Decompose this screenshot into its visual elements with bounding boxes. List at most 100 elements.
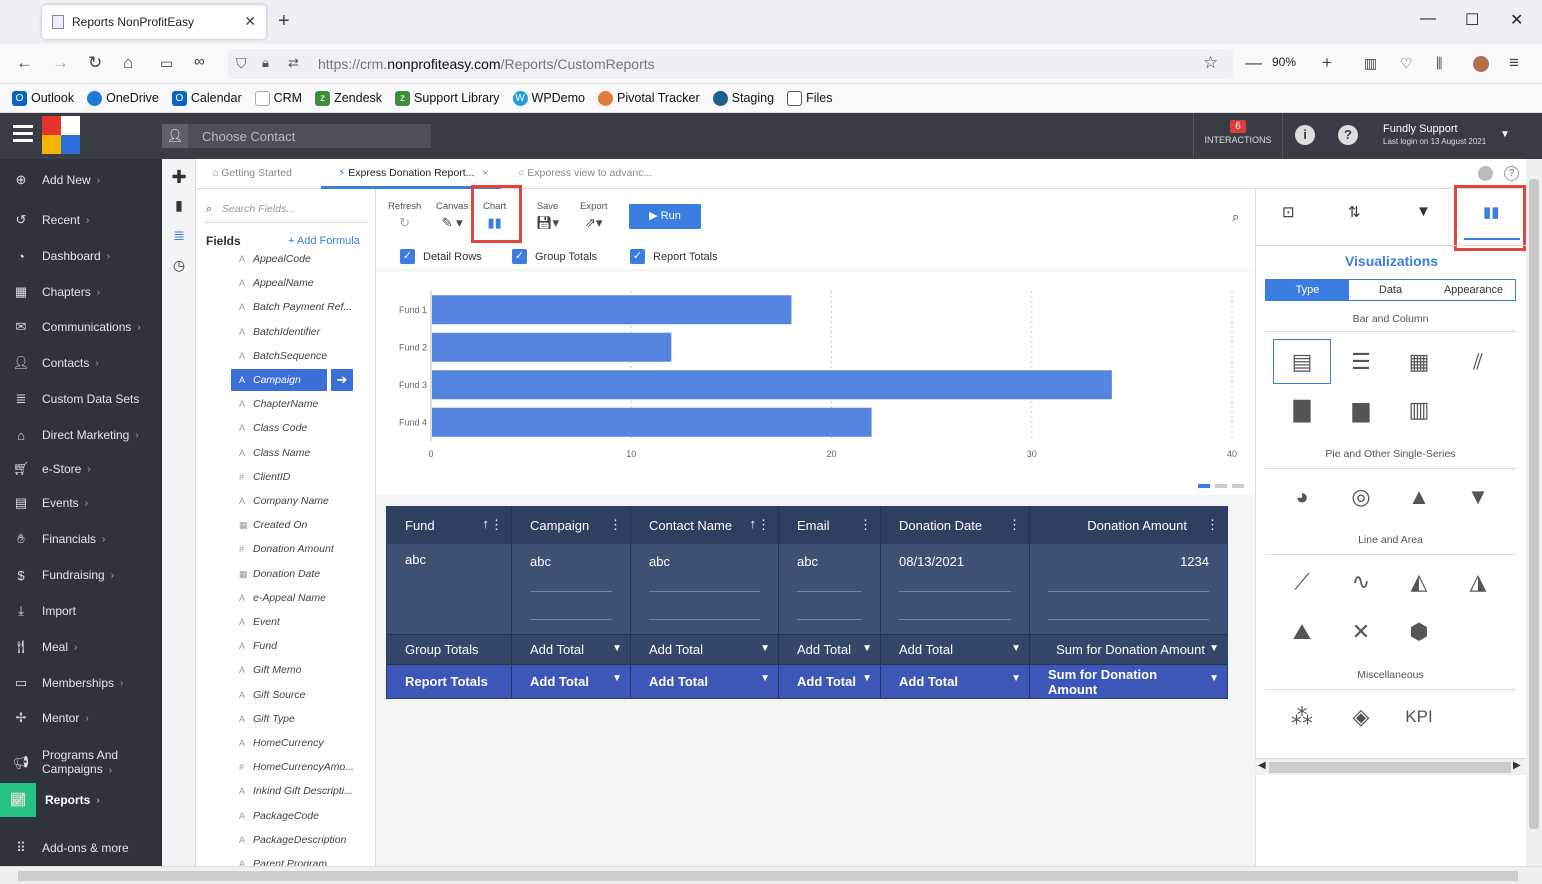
help-icon[interactable]: ? [1338, 125, 1358, 145]
column-header-email[interactable]: Email ⋮ [779, 507, 881, 544]
spline-area-icon[interactable]: ◮ [1449, 559, 1507, 604]
radar-icon[interactable]: ⬢ [1390, 609, 1448, 654]
field-item[interactable]: A Fund [231, 635, 356, 657]
column-menu-icon[interactable]: ⋮ [859, 517, 872, 533]
save-button[interactable]: Save 💾︎▾ [536, 201, 559, 231]
grid-cell[interactable]: abc [512, 544, 631, 578]
table-row[interactable]: abc abc abc 08/13/2021 1234 [512, 544, 1227, 578]
report-totals-checkbox[interactable]: ✓ Report Totals [630, 249, 718, 264]
field-item[interactable]: # Donation Amount [231, 538, 356, 560]
scroll-right-icon[interactable]: ▶ [1513, 760, 1521, 771]
column-menu-icon[interactable]: ⋮ [757, 517, 770, 533]
reader-icon[interactable]: ▭ [160, 55, 173, 72]
select-icon[interactable]: ⊡ [1282, 203, 1295, 221]
bookmark-crm[interactable]: CRM [254, 90, 302, 106]
stacked-area-icon[interactable]: ⛰ [1273, 609, 1331, 654]
field-item[interactable]: A Campaign [231, 369, 327, 391]
add-formula-link[interactable]: + Add Formula [288, 235, 360, 247]
choose-contact-input[interactable]: 👤︎ Choose Contact [162, 124, 431, 148]
add-total-dropdown[interactable]: Add Total ▼ [779, 635, 881, 664]
field-item[interactable]: # HomeCurrencyAmo... [231, 756, 356, 778]
stacked-bar-icon[interactable]: ☰ [1332, 339, 1390, 384]
pager-dot[interactable] [1232, 484, 1244, 488]
sidebar-item-meal[interactable]: 🍴︎ Meal › [0, 630, 162, 664]
column-menu-icon[interactable]: ⋮ [490, 517, 503, 533]
chart-pager[interactable] [1198, 477, 1249, 491]
tab-getting-started[interactable]: ⌂ Getting Started [212, 167, 292, 179]
add-total-dropdown[interactable]: Add Total ▼ [631, 635, 779, 664]
tab-data[interactable]: Data [1349, 280, 1432, 300]
run-button[interactable]: ▶ Run [629, 204, 701, 229]
field-item[interactable]: A PackageDescription [231, 829, 356, 851]
page-vertical-scrollbar[interactable] [1526, 159, 1542, 866]
sidebar-item-fundraising[interactable]: $ Fundraising › [0, 558, 162, 592]
field-item[interactable]: A Company Name [231, 490, 356, 512]
sum-dropdown[interactable]: Sum for Donation Amount ▼ [1030, 635, 1227, 664]
scatter-icon[interactable]: ⁂ [1273, 694, 1331, 739]
bar[interactable] [432, 295, 792, 325]
field-item[interactable]: A HomeCurrency [231, 732, 356, 754]
bar[interactable] [432, 407, 872, 437]
close-icon[interactable]: ✕ [244, 13, 256, 30]
help-icon[interactable]: ? [1504, 166, 1519, 181]
sort-icon[interactable]: ⇅ [1348, 203, 1361, 221]
scroll-thumb[interactable] [18, 871, 1518, 881]
field-item[interactable]: ▦ Donation Date [231, 563, 356, 585]
search-icon[interactable]: ⌕ [1232, 209, 1239, 225]
bubble-icon[interactable]: ◈ [1332, 694, 1390, 739]
field-item[interactable]: A Event [231, 611, 356, 633]
zoom-level[interactable]: 90% [1272, 55, 1296, 69]
field-item[interactable]: A Gift Type [231, 708, 356, 730]
column-header-fund[interactable]: Fund ↑ ⋮ [387, 507, 512, 544]
minimize-button[interactable]: — [1420, 10, 1436, 28]
field-item[interactable]: ▦ Created On [231, 514, 356, 536]
back-button[interactable]: ← [16, 53, 33, 73]
file-icon[interactable]: ▮ [171, 197, 187, 213]
bookmark-support-library[interactable]: z Support Library [395, 90, 500, 106]
pyramid-icon[interactable]: ▲ [1390, 474, 1448, 519]
field-item[interactable]: A ChapterName [231, 393, 356, 415]
sidebar-item-communications[interactable]: ✉ Communications › [0, 310, 162, 344]
canvas-button[interactable]: Canvas ✎ ▾ [436, 201, 468, 231]
sidebar-item-estore[interactable]: 🛒︎ e-Store › [0, 452, 162, 486]
spline-icon[interactable]: ∿ [1332, 559, 1390, 604]
scroll-left-icon[interactable]: ◀ [1258, 760, 1266, 771]
sidebar-item-events[interactable]: ▤ Events › [0, 486, 162, 520]
refresh-button[interactable]: Refresh ↻ [388, 201, 421, 231]
chevron-down-icon[interactable]: ▼ [1500, 129, 1510, 140]
pager-dot[interactable] [1215, 484, 1227, 488]
grid-cell-fund[interactable]: abc [387, 544, 512, 634]
tab-express-view[interactable]: ○ Exporess view to advanc... [518, 167, 652, 179]
horizontal-bar-icon[interactable]: ▤ [1273, 339, 1331, 384]
bar[interactable] [432, 370, 1112, 400]
url-bar[interactable]: ⛉ 🔒︎ ⇄ https://crm.nonprofiteasy.com/Rep… [228, 49, 1233, 79]
page-horizontal-scrollbar[interactable] [0, 866, 1542, 884]
grid-cell[interactable]: 08/13/2021 [881, 544, 1030, 578]
browser-tab[interactable]: Reports NonProfitEasy ✕ [42, 5, 266, 39]
bookmark-staging[interactable]: Staging [712, 90, 774, 106]
sort-up-icon[interactable]: ↑ [750, 516, 757, 531]
clock-icon[interactable]: ◷ [171, 257, 187, 273]
sidebar-item-reports[interactable]: 📈︎ Reports › [0, 783, 162, 817]
field-item[interactable]: A AppealName [231, 272, 356, 294]
sidebar-item-custom-data-sets[interactable]: ≣ Custom Data Sets [0, 382, 162, 416]
bookmark-files[interactable]: Files [787, 90, 832, 106]
sidebar-item-chapters[interactable]: ▦ Chapters › [0, 275, 162, 309]
pie-icon[interactable]: ◕ [1273, 474, 1331, 519]
close-window-button[interactable]: ✕ [1510, 10, 1523, 30]
profile-avatar[interactable] [1473, 56, 1489, 72]
bar[interactable] [432, 332, 672, 362]
stacked-column-icon[interactable]: ▆ [1332, 387, 1390, 432]
tab-type[interactable]: Type [1266, 280, 1349, 300]
sidebar-toggle-icon[interactable]: ▥ [1364, 55, 1377, 72]
field-item[interactable]: A BatchSequence [231, 345, 356, 367]
library-icon[interactable]: ⫼ [1436, 55, 1442, 72]
search-fields-input[interactable]: ⌕ Search Fields... [204, 197, 368, 223]
add-icon[interactable]: ✚ [171, 167, 187, 187]
sidebar-item-dashboard[interactable]: ◔ Dashboard › [0, 239, 162, 273]
user-menu[interactable]: Fundly Support Last login on 13 August 2… [1383, 123, 1486, 146]
bookmark-onedrive[interactable]: OneDrive [87, 90, 159, 106]
database-icon[interactable]: ≣ [171, 227, 187, 243]
grid-cell[interactable]: abc [631, 544, 779, 578]
step-line-icon[interactable]: ✕ [1332, 609, 1390, 654]
